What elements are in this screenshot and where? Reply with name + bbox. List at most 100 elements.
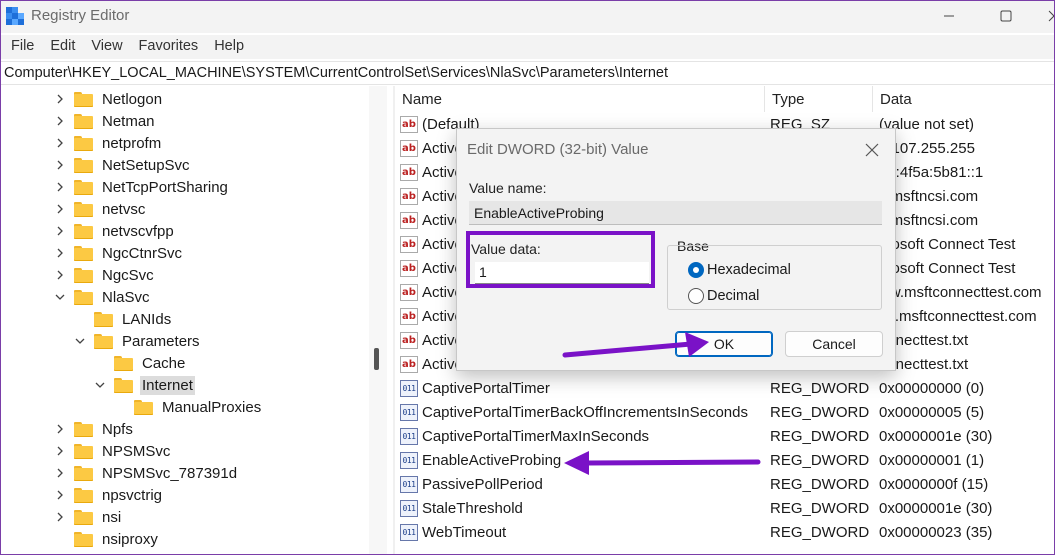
chevron-right-icon[interactable] <box>54 467 66 479</box>
tree-scrollbar[interactable] <box>369 86 387 554</box>
tree-item[interactable]: Netman <box>54 110 157 132</box>
chevron-right-icon[interactable] <box>54 225 66 237</box>
chevron-right-icon[interactable] <box>54 115 66 127</box>
radio-hexadecimal[interactable]: Hexadecimal <box>688 262 791 278</box>
tree-item[interactable]: NgcSvc <box>54 264 156 286</box>
tree-item[interactable]: netvsc <box>54 198 147 220</box>
menu-view[interactable]: View <box>85 35 128 59</box>
chevron-down-icon[interactable] <box>54 291 66 303</box>
tree-item[interactable]: nsi <box>54 506 123 528</box>
string-value-icon: ab <box>400 212 418 229</box>
maximize-button[interactable] <box>983 1 1029 31</box>
tree-item-label: Internet <box>140 375 195 395</box>
column-header-data[interactable]: Data <box>873 86 1054 112</box>
chevron-right-icon[interactable] <box>54 445 66 457</box>
cancel-button[interactable]: Cancel <box>785 331 883 357</box>
value-name: CaptivePortalTimer <box>422 380 550 397</box>
tree-item[interactable]: Npfs <box>54 418 135 440</box>
chevron-right-icon[interactable] <box>54 511 66 523</box>
tree-spacer <box>54 533 66 545</box>
value-row[interactable]: 011 CaptivePortalTimerMaxInSeconds REG_DWO… <box>395 425 1054 449</box>
radio-decimal-dot[interactable] <box>688 288 704 304</box>
value-row[interactable]: 011 WebTimeout REG_DWORD 0x00000023 (35) <box>395 521 1054 545</box>
value-name: PassivePollPeriod <box>422 476 543 493</box>
value-type: REG_DWORD <box>770 404 870 421</box>
value-data: crosoft Connect Test <box>879 260 1016 277</box>
minimize-button[interactable] <box>926 1 972 31</box>
chevron-right-icon[interactable] <box>54 489 66 501</box>
tree-item[interactable]: npsvctrig <box>54 484 164 506</box>
column-header-name[interactable]: Name <box>395 86 765 112</box>
folder-icon <box>74 113 94 129</box>
value-data: ww.msftconnecttest.com <box>879 284 1042 301</box>
value-name: StaleThreshold <box>422 500 523 517</box>
column-header-type[interactable]: Type <box>765 86 873 112</box>
folder-icon <box>74 201 94 217</box>
tree-scrollbar-thumb[interactable] <box>374 348 379 370</box>
radio-hexadecimal-dot[interactable] <box>688 262 704 278</box>
folder-icon <box>74 135 94 151</box>
folder-icon <box>74 245 94 261</box>
ok-button[interactable]: OK <box>675 331 773 357</box>
menu-help[interactable]: Help <box>208 35 250 59</box>
chevron-down-icon[interactable] <box>94 379 106 391</box>
value-name-field: EnableActiveProbing <box>469 201 882 225</box>
chevron-right-icon[interactable] <box>54 269 66 281</box>
menu-favorites[interactable]: Favorites <box>133 35 205 59</box>
chevron-right-icon[interactable] <box>54 247 66 259</box>
value-data: 0x00000023 (35) <box>879 524 993 541</box>
address-bar[interactable]: Computer\HKEY_LOCAL_MACHINE\SYSTEM\Curre… <box>1 61 1054 85</box>
value-data: 0x0000001e (30) <box>879 500 993 517</box>
value-name: CaptivePortalTimerBackOffIncrementsInSec… <box>422 404 748 421</box>
chevron-down-icon[interactable] <box>74 335 86 347</box>
string-value-icon: ab <box>400 116 418 133</box>
chevron-right-icon[interactable] <box>54 159 66 171</box>
tree-item[interactable]: NlaSvc <box>54 286 152 308</box>
value-name-label: Value name: <box>469 180 547 196</box>
tree-item[interactable]: netvscvfpp <box>54 220 176 242</box>
chevron-right-icon[interactable] <box>54 423 66 435</box>
chevron-right-icon[interactable] <box>54 181 66 193</box>
menu-file[interactable]: File <box>5 35 40 59</box>
dword-value-icon: 011 <box>400 476 418 493</box>
tree-item[interactable]: Parameters <box>74 330 202 352</box>
close-icon <box>1048 10 1054 22</box>
menu-edit[interactable]: Edit <box>44 35 81 59</box>
radio-decimal[interactable]: Decimal <box>688 288 759 304</box>
folder-icon <box>74 289 94 305</box>
tree-spacer <box>94 357 106 369</box>
registry-editor-icon <box>6 7 24 25</box>
tree-item[interactable]: NPSMSvc_787391d <box>54 462 239 484</box>
value-row[interactable]: 011 CaptivePortalTimer REG_DWORD 0x00000000… <box>395 377 1054 401</box>
tree-item[interactable]: LANIds <box>74 308 173 330</box>
dialog-close-button[interactable] <box>861 139 883 161</box>
value-row[interactable]: 011 CaptivePortalTimerBackOffIncrementsIn… <box>395 401 1054 425</box>
string-value-icon: ab <box>400 356 418 373</box>
tree-item[interactable]: NgcCtnrSvc <box>54 242 184 264</box>
dialog-title: Edit DWORD (32-bit) Value <box>467 141 649 158</box>
tree-item[interactable]: Internet <box>94 374 195 396</box>
value-row[interactable]: 011 StaleThreshold REG_DWORD 0x0000001e (30… <box>395 497 1054 521</box>
chevron-right-icon[interactable] <box>54 93 66 105</box>
value-row[interactable]: 011 EnableActiveProbing REG_DWORD 0x0000000… <box>395 449 1054 473</box>
value-name: EnableActiveProbing <box>422 452 562 469</box>
folder-icon <box>74 421 94 437</box>
chevron-right-icon[interactable] <box>54 137 66 149</box>
tree-item[interactable]: netprofm <box>54 132 163 154</box>
value-data-input[interactable]: 1 <box>475 262 649 284</box>
tree-item[interactable]: ManualProxies <box>114 396 263 418</box>
tree-item[interactable]: Netlogon <box>54 88 164 110</box>
maximize-icon <box>1000 10 1012 22</box>
chevron-right-icon[interactable] <box>54 203 66 215</box>
tree-item-label: Parameters <box>122 332 200 350</box>
value-type: REG_DWORD <box>770 500 870 517</box>
tree-item[interactable]: NetTcpPortSharing <box>54 176 230 198</box>
title-bar: Registry Editor <box>1 1 1054 33</box>
tree-item[interactable]: Cache <box>94 352 187 374</box>
value-row[interactable]: 011 PassivePollPeriod REG_DWORD 0x0000000f … <box>395 473 1054 497</box>
tree-item[interactable]: NPSMSvc <box>54 440 172 462</box>
tree-item[interactable]: NetSetupSvc <box>54 154 192 176</box>
close-window-button[interactable] <box>1031 1 1054 31</box>
tree-item[interactable]: nsiproxy <box>54 528 160 550</box>
tree-item-label: Netlogon <box>102 90 163 108</box>
